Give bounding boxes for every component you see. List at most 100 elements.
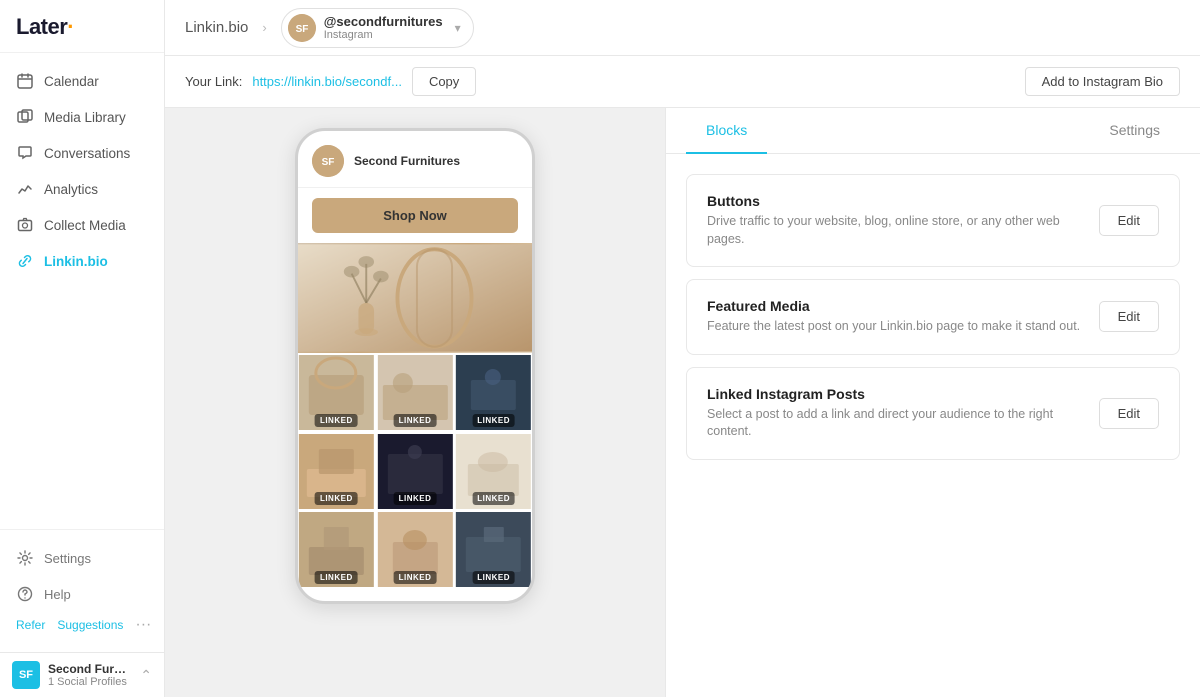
edit-linked-posts-button[interactable]: Edit bbox=[1099, 398, 1159, 429]
tab-blocks[interactable]: Blocks bbox=[686, 108, 767, 154]
suggestions-link[interactable]: Suggestions bbox=[57, 618, 123, 632]
grid-cell: LINKED bbox=[377, 434, 454, 511]
settings-icon bbox=[16, 549, 34, 567]
block-info: Linked Instagram Posts Select a post to … bbox=[707, 386, 1099, 441]
sidebar-item-settings[interactable]: Settings bbox=[0, 540, 164, 576]
sidebar-item-label: Settings bbox=[44, 551, 91, 566]
logo-area: Later· bbox=[0, 0, 164, 53]
grid-cell: LINKED bbox=[298, 434, 375, 511]
sidebar-item-conversations[interactable]: Conversations bbox=[0, 135, 164, 171]
linked-badge: LINKED bbox=[315, 571, 358, 584]
right-panel: Blocks Settings Buttons Drive traffic to… bbox=[665, 108, 1200, 697]
sidebar-item-calendar[interactable]: Calendar bbox=[0, 63, 164, 99]
block-card-featured-media: Featured Media Feature the latest post o… bbox=[686, 279, 1180, 355]
account-name: Second Furnitur... bbox=[48, 662, 132, 676]
grid-cell: LINKED bbox=[455, 512, 532, 589]
collect-media-icon bbox=[16, 216, 34, 234]
shop-now-button[interactable]: Shop Now bbox=[312, 198, 518, 233]
add-to-bio-button[interactable]: Add to Instagram Bio bbox=[1025, 67, 1180, 96]
sidebar-item-linkin-bio[interactable]: Linkin.bio bbox=[0, 243, 164, 279]
media-library-icon bbox=[16, 108, 34, 126]
grid-cell: LINKED bbox=[298, 355, 375, 432]
account-info: Second Furnitur... 1 Social Profiles bbox=[48, 662, 132, 688]
blocks-content: Buttons Drive traffic to your website, b… bbox=[666, 154, 1200, 697]
linkin-bio-icon bbox=[16, 252, 34, 270]
calendar-icon bbox=[16, 72, 34, 90]
linked-badge: LINKED bbox=[472, 492, 515, 505]
featured-image bbox=[298, 243, 532, 353]
profile-details: @secondfurnitures Instagram bbox=[324, 14, 443, 41]
preview-panel: SF Second Furnitures Shop Now bbox=[165, 108, 665, 697]
chevron-up-icon: ⌃ bbox=[140, 667, 152, 684]
refer-link[interactable]: Refer bbox=[16, 618, 45, 632]
linked-badge: LINKED bbox=[394, 414, 437, 427]
app-logo: Later· bbox=[16, 14, 74, 39]
block-title: Buttons bbox=[707, 193, 1099, 209]
grid-cell: LINKED bbox=[455, 434, 532, 511]
block-card-buttons: Buttons Drive traffic to your website, b… bbox=[686, 174, 1180, 267]
sidebar-bottom: Settings Help Refer Suggestions ··· bbox=[0, 529, 164, 652]
edit-buttons-button[interactable]: Edit bbox=[1099, 205, 1159, 236]
sidebar-item-label: Linkin.bio bbox=[44, 254, 108, 269]
link-label: Your Link: bbox=[185, 74, 242, 89]
profile-pic: SF bbox=[288, 14, 316, 42]
profile-platform: Instagram bbox=[324, 29, 443, 41]
block-description: Drive traffic to your website, blog, onl… bbox=[707, 213, 1099, 248]
linked-badge: LINKED bbox=[472, 571, 515, 584]
topbar: Linkin.bio › SF @secondfurnitures Instag… bbox=[165, 0, 1200, 56]
sidebar: Later· Calendar Media Library Conversati… bbox=[0, 0, 165, 697]
footer-more-icon[interactable]: ··· bbox=[135, 616, 151, 634]
tabs-row: Blocks Settings bbox=[666, 108, 1200, 154]
avatar: SF bbox=[12, 661, 40, 689]
sidebar-item-label: Analytics bbox=[44, 182, 98, 197]
linked-badge: LINKED bbox=[315, 492, 358, 505]
sidebar-item-media-library[interactable]: Media Library bbox=[0, 99, 164, 135]
sidebar-item-label: Media Library bbox=[44, 110, 126, 125]
block-info: Featured Media Feature the latest post o… bbox=[707, 298, 1099, 336]
linked-badge: LINKED bbox=[394, 571, 437, 584]
photo-grid: LINKED LINKED LINKED L bbox=[298, 353, 532, 591]
linked-badge: LINKED bbox=[472, 414, 515, 427]
svg-text:SF: SF bbox=[322, 157, 335, 168]
grid-cell: LINKED bbox=[377, 355, 454, 432]
grid-cell: LINKED bbox=[298, 512, 375, 589]
help-icon bbox=[16, 585, 34, 603]
account-sub: 1 Social Profiles bbox=[48, 676, 132, 688]
profile-handle: @secondfurnitures bbox=[324, 14, 443, 29]
sidebar-item-collect-media[interactable]: Collect Media bbox=[0, 207, 164, 243]
sidebar-item-help[interactable]: Help bbox=[0, 576, 164, 612]
account-row[interactable]: SF Second Furnitur... 1 Social Profiles … bbox=[0, 652, 164, 697]
linked-badge: LINKED bbox=[394, 492, 437, 505]
tab-settings[interactable]: Settings bbox=[1089, 108, 1180, 154]
linkbar: Your Link: https://linkin.bio/secondf...… bbox=[165, 56, 1200, 108]
block-title: Linked Instagram Posts bbox=[707, 386, 1099, 402]
sidebar-item-analytics[interactable]: Analytics bbox=[0, 171, 164, 207]
block-description: Select a post to add a link and direct y… bbox=[707, 406, 1099, 441]
svg-text:SF: SF bbox=[295, 24, 308, 35]
profile-chevron-icon: ▾ bbox=[455, 21, 461, 35]
cursor-indicator bbox=[1079, 126, 1089, 136]
phone-header: SF Second Furnitures bbox=[298, 131, 532, 188]
profile-selector[interactable]: SF @secondfurnitures Instagram ▾ bbox=[281, 8, 474, 48]
conversations-icon bbox=[16, 144, 34, 162]
footer-links: Refer Suggestions ··· bbox=[0, 612, 164, 638]
logo-dot: · bbox=[67, 14, 74, 39]
sidebar-item-label: Collect Media bbox=[44, 218, 126, 233]
phone-mockup: SF Second Furnitures Shop Now bbox=[295, 128, 535, 604]
copy-button[interactable]: Copy bbox=[412, 67, 476, 96]
phone-grid-container: LINKED LINKED LINKED L bbox=[298, 243, 532, 601]
sidebar-item-label: Calendar bbox=[44, 74, 99, 89]
main-area: Linkin.bio › SF @secondfurnitures Instag… bbox=[165, 0, 1200, 697]
analytics-icon bbox=[16, 180, 34, 198]
sidebar-item-label: Help bbox=[44, 587, 71, 602]
nav-section: Calendar Media Library Conversations Ana… bbox=[0, 53, 164, 529]
block-title: Featured Media bbox=[707, 298, 1099, 314]
block-info: Buttons Drive traffic to your website, b… bbox=[707, 193, 1099, 248]
link-url[interactable]: https://linkin.bio/secondf... bbox=[252, 74, 402, 89]
grid-cell: LINKED bbox=[455, 355, 532, 432]
block-card-linked-posts: Linked Instagram Posts Select a post to … bbox=[686, 367, 1180, 460]
content-area: SF Second Furnitures Shop Now bbox=[165, 108, 1200, 697]
grid-cell: LINKED bbox=[377, 512, 454, 589]
edit-featured-media-button[interactable]: Edit bbox=[1099, 301, 1159, 332]
linked-badge: LINKED bbox=[315, 414, 358, 427]
